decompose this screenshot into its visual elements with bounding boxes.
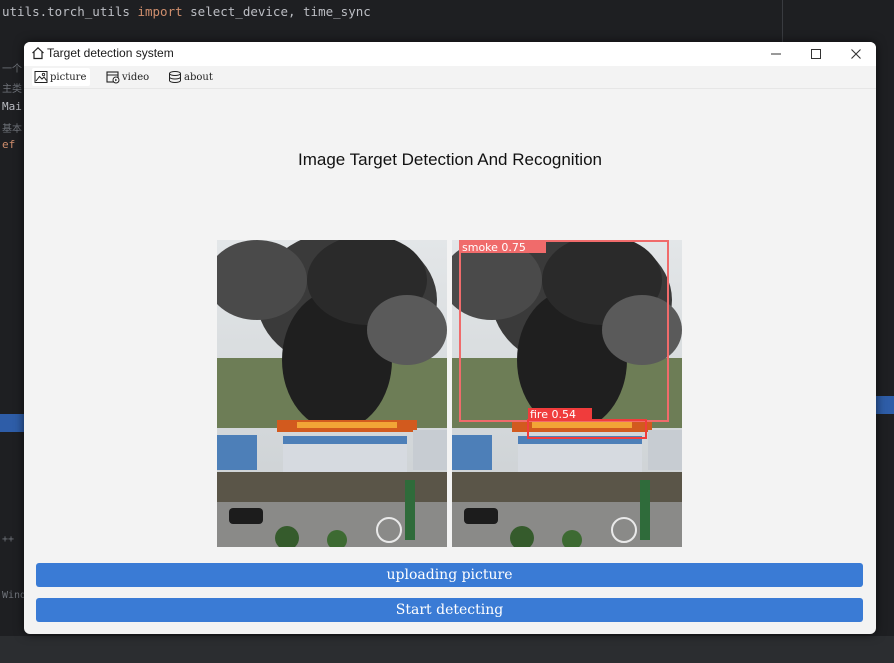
gutter-fragment: ef bbox=[2, 138, 16, 151]
gutter-fragment: 基本 bbox=[2, 124, 22, 135]
detected-image: smoke 0.75 fire 0.54 bbox=[452, 240, 682, 547]
minimize-icon bbox=[771, 53, 781, 55]
tab-about[interactable]: about bbox=[168, 68, 213, 86]
title-bar: Target detection system bbox=[24, 42, 876, 66]
start-detecting-button[interactable]: Start detecting bbox=[36, 598, 863, 622]
tab-picture[interactable]: picture bbox=[32, 68, 91, 86]
smoke-label: smoke 0.75 bbox=[462, 241, 526, 254]
gutter-fragment: 主类 bbox=[2, 84, 22, 95]
upload-picture-button[interactable]: uploading picture bbox=[36, 563, 863, 587]
minimize-button[interactable] bbox=[756, 42, 796, 66]
fire-label: fire 0.54 bbox=[530, 408, 576, 421]
ide-highlight-right bbox=[876, 396, 894, 414]
fire-scene-detected: smoke 0.75 fire 0.54 bbox=[452, 240, 682, 547]
gutter-fragment: ++ bbox=[2, 534, 15, 545]
fire-scene-original bbox=[217, 240, 447, 547]
ide-divider bbox=[782, 0, 783, 42]
app-window: Target detection system picture video ab… bbox=[24, 42, 876, 634]
maximize-button[interactable] bbox=[796, 42, 836, 66]
tab-video-label: video bbox=[122, 71, 150, 83]
tab-about-label: about bbox=[184, 71, 213, 83]
gutter-fragment: 一个 bbox=[2, 64, 22, 75]
ide-code-line: utils.torch_utils import select_device, … bbox=[2, 4, 371, 19]
ide-highlight-left bbox=[0, 414, 24, 432]
close-icon bbox=[851, 49, 861, 59]
original-image bbox=[217, 240, 447, 547]
picture-icon bbox=[34, 71, 48, 83]
ide-gutter: 一个 主类 Mai 基本 ef ++ Windo bbox=[0, 56, 32, 616]
tab-bar: picture video about bbox=[24, 66, 876, 89]
home-icon bbox=[32, 46, 44, 60]
window-title: Target detection system bbox=[47, 46, 174, 60]
video-icon bbox=[106, 71, 120, 84]
tab-video[interactable]: video bbox=[106, 68, 149, 86]
page-title: Image Target Detection And Recognition bbox=[298, 150, 602, 169]
maximize-icon bbox=[811, 49, 821, 59]
gutter-fragment: Mai bbox=[2, 100, 22, 113]
tab-picture-label: picture bbox=[50, 71, 87, 83]
close-button[interactable] bbox=[836, 42, 876, 66]
database-icon bbox=[169, 71, 181, 84]
ide-statusbar bbox=[0, 636, 894, 663]
